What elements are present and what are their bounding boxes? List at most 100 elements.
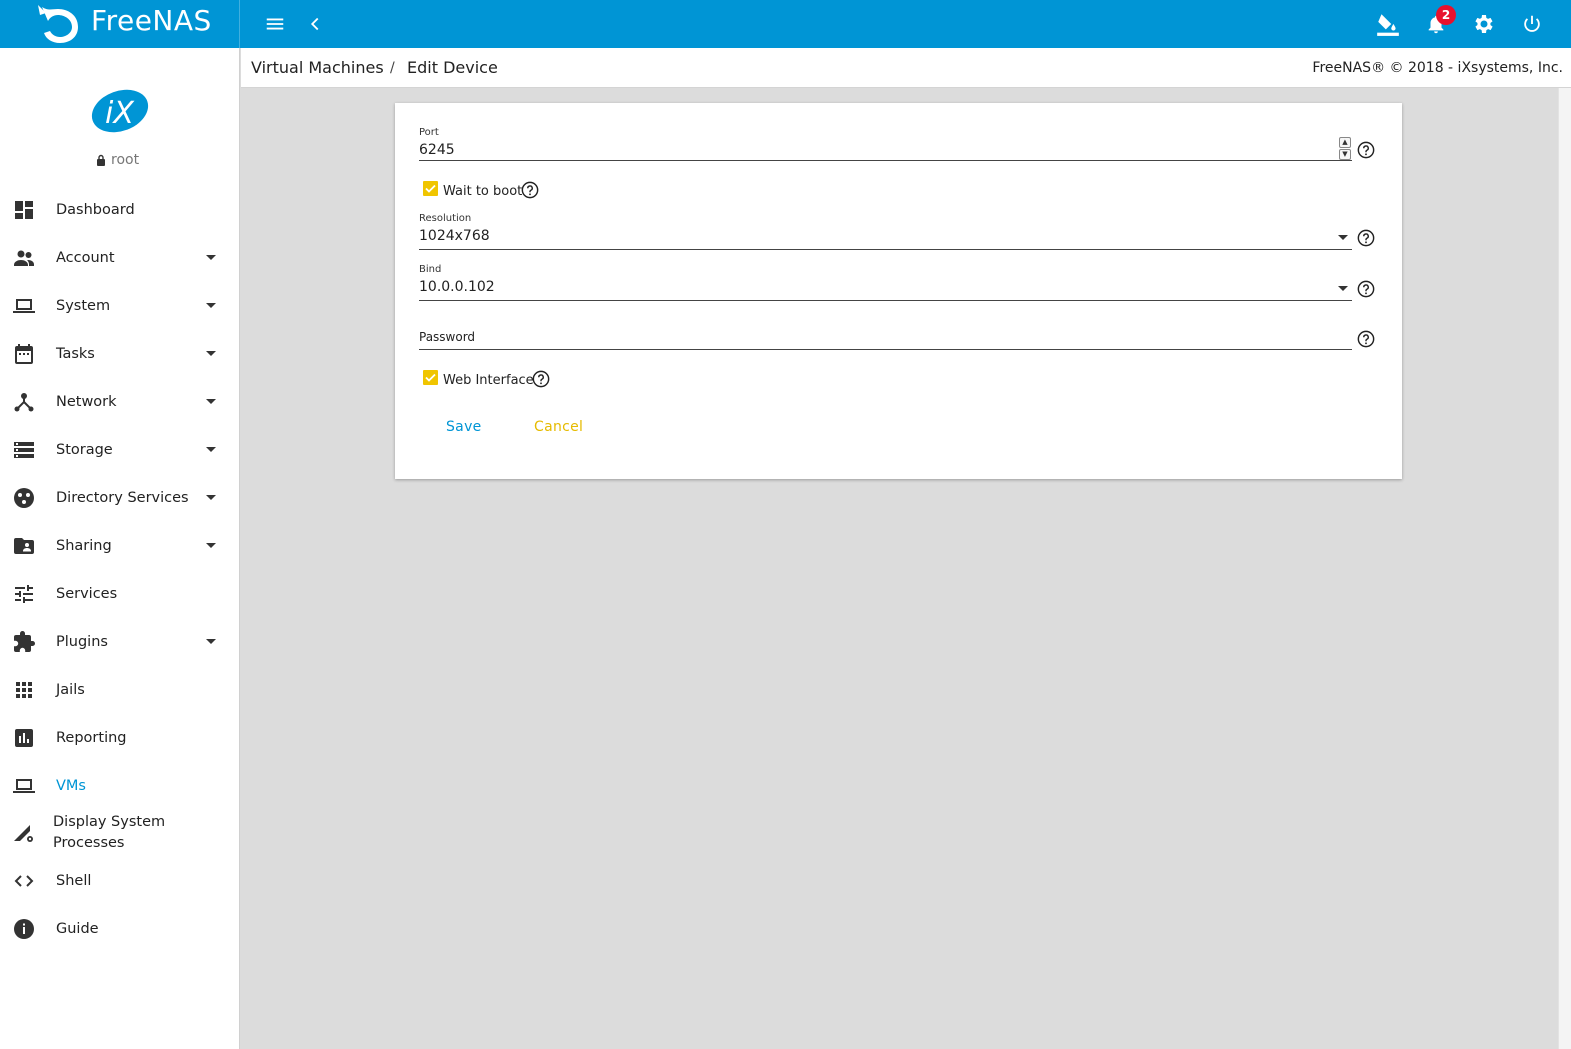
code-icon [14,875,34,887]
sidebar-item-label-line1: Display System [53,814,166,830]
notification-count-badge: 2 [1436,5,1456,25]
help-icon[interactable] [1357,330,1375,348]
calendar-icon [15,344,33,364]
wait-to-boot-label[interactable]: Wait to boot [443,184,522,199]
sidebar-item-label: Dashboard [56,202,135,218]
sidebar-item-label: Reporting [56,730,127,746]
sidebar-item-sharing[interactable]: Sharing [0,526,240,566]
menu-toggle-button[interactable] [259,8,291,40]
gear-icon [1475,15,1493,33]
help-icon[interactable] [1357,141,1375,159]
sidebar-item-label: System [56,298,111,314]
menu-icon [266,18,284,30]
sidebar-item-guide[interactable]: Guide [0,909,240,949]
current-user: root [96,152,139,168]
sidebar-item-dashboard[interactable]: Dashboard [0,190,240,230]
sidebar: iX root Dashboard Account System Tasks N… [0,48,240,1049]
wait-to-boot-checkbox[interactable] [423,181,438,196]
caret-down-icon [206,447,216,452]
help-icon[interactable] [532,370,550,388]
breadcrumb-separator: / [390,60,395,76]
storage-icon [14,442,34,458]
breadcrumb-current: Edit Device [407,58,498,77]
sidebar-item-label-line2: Processes [53,835,125,851]
sidebar-item-shell[interactable]: Shell [0,861,240,901]
port-stepper[interactable]: ▲ ▼ [1339,137,1351,161]
help-icon[interactable] [1357,229,1375,247]
sidebar-item-tasks[interactable]: Tasks [0,334,240,374]
username: root [111,152,140,168]
password-placeholder[interactable]: Password [419,330,475,344]
sidebar-item-vms[interactable]: VMs [0,766,240,806]
caret-down-icon [206,255,216,260]
processes-icon [14,825,33,842]
sidebar-item-jails[interactable]: Jails [0,670,240,710]
collapse-sidebar-button[interactable] [299,8,331,40]
bind-underline [419,300,1352,301]
sidebar-item-directory-services[interactable]: Directory Services [0,478,240,518]
help-icon[interactable] [1357,280,1375,298]
theme-button[interactable] [1372,8,1404,40]
tune-icon [15,585,33,603]
password-underline [419,349,1352,350]
bind-label: Bind [419,264,442,275]
top-toolbar: FreeNAS 2 [0,0,1571,48]
caret-down-icon [206,639,216,644]
caret-down-icon [206,351,216,356]
sidebar-item-storage[interactable]: Storage [0,430,240,470]
bind-select[interactable]: 10.0.0.102 [419,279,495,295]
sidebar-item-network[interactable]: Network [0,382,240,422]
save-button[interactable]: Save [446,419,482,435]
freenas-logo-icon [38,5,78,43]
sidebar-item-label: Directory Services [56,490,189,506]
sidebar-item-label: Plugins [56,634,108,650]
stepper-down-button[interactable]: ▼ [1339,149,1351,160]
port-label: Port [419,127,439,138]
network-icon [14,393,34,412]
power-button[interactable] [1516,8,1548,40]
sidebar-item-plugins[interactable]: Plugins [0,622,240,662]
caret-down-icon [206,495,216,500]
brand-name: FreeNAS [91,4,212,37]
sidebar-item-display-system-processes[interactable]: Display System Processes [0,810,240,856]
scrollbar-track[interactable] [1558,88,1571,1049]
web-interface-label[interactable]: Web Interface [443,373,534,388]
resolution-label: Resolution [419,213,472,224]
brand[interactable]: FreeNAS [0,0,240,48]
port-input[interactable]: 6245 [419,142,455,158]
directory-services-icon [14,488,34,508]
power-icon [1524,15,1540,32]
caret-down-icon [206,303,216,308]
svg-text:iX: iX [105,96,135,131]
sidebar-item-services[interactable]: Services [0,574,240,614]
sidebar-item-label: Jails [56,682,85,698]
settings-button[interactable] [1468,8,1500,40]
cancel-button[interactable]: Cancel [534,419,583,435]
laptop-icon [13,779,35,793]
check-icon [425,184,436,193]
web-interface-checkbox[interactable] [423,370,438,385]
caret-down-icon [206,543,216,548]
folder-shared-icon [14,538,34,554]
sidebar-item-label: VMs [56,778,86,794]
ix-logo-icon: iX [91,89,149,133]
breadcrumb: Virtual Machines / Edit Device FreeNAS® … [241,48,1571,88]
stepper-up-button[interactable]: ▲ [1339,137,1351,148]
caret-down-icon [206,399,216,404]
resolution-select[interactable]: 1024x768 [419,228,490,244]
sidebar-item-label: Shell [56,873,92,889]
caret-down-icon[interactable] [1338,235,1348,240]
sidebar-item-system[interactable]: System [0,286,240,326]
laptop-icon [13,299,35,313]
help-icon[interactable] [521,181,539,199]
breadcrumb-parent-link[interactable]: Virtual Machines [251,58,384,77]
resolution-underline [419,249,1352,250]
sidebar-item-account[interactable]: Account [0,238,240,278]
caret-down-icon[interactable] [1338,286,1348,291]
dashboard-icon [15,201,33,219]
sidebar-item-label: Display System Processes [53,812,165,854]
sidebar-item-label: Storage [56,442,113,458]
sidebar-item-reporting[interactable]: Reporting [0,718,240,758]
puzzle-icon [14,631,35,652]
edit-device-form: Port 6245 ▲ ▼ Wait to boot Resolution 10… [395,103,1402,479]
